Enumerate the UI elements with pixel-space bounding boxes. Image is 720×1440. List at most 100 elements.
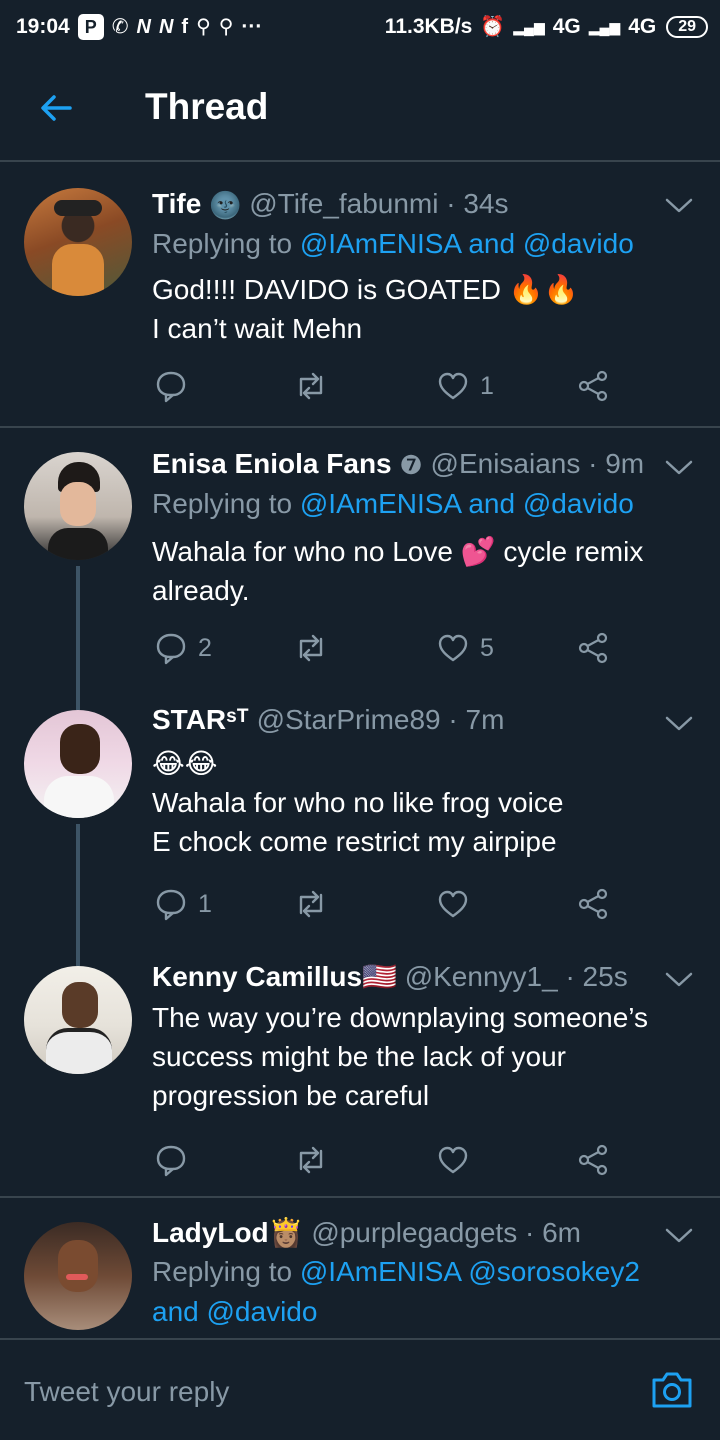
handle-time: @StarPrime89 · 7m [256, 704, 505, 735]
tweet-item[interactable]: Enisa Eniola Fans ❼ @Enisaians · 9m Repl… [0, 430, 720, 688]
share-button[interactable] [576, 366, 610, 406]
battery-icon: 29 [666, 16, 708, 38]
replying-mentions[interactable]: @IAmENISA @sorosokey2 [300, 1256, 640, 1287]
reply-button[interactable] [154, 1140, 198, 1180]
retweet-button[interactable] [294, 366, 338, 406]
camera-icon[interactable] [650, 1370, 694, 1410]
avatar[interactable] [24, 188, 132, 296]
like-icon [438, 1146, 468, 1174]
tweet-text: The way you’re downplaying someone’s suc… [152, 998, 692, 1115]
more-notifications-icon: ··· [241, 15, 263, 38]
replying-mentions-2[interactable]: and @davido [152, 1296, 317, 1327]
thread-line [76, 944, 80, 966]
name-emoji: ❼ [399, 450, 423, 481]
like-count: 5 [480, 633, 494, 662]
app-notification-icon: P [77, 14, 104, 40]
share-button[interactable] [576, 1140, 610, 1180]
replying-to: Replying to @IAmENISA @sorosokey2 [152, 1256, 640, 1288]
status-bar: 19:04 P ✆ N N f ⚲ ⚲ ··· 11.3KB/s ⏰ ▂▄▆ 4… [0, 0, 720, 54]
tweet-item[interactable]: Kenny Camillus🇺🇸 @Kennyy1_ · 25s The way… [0, 944, 720, 1198]
replying-mentions[interactable]: @IAmENISA and @davido [300, 488, 634, 519]
net-speed: 11.3KB/s [384, 15, 473, 38]
display-name[interactable]: STARˢᵀ [152, 704, 249, 735]
alarm-icon: ⏰ [480, 16, 506, 38]
reply-button[interactable] [154, 366, 198, 406]
handle-time: @Tife_fabunmi · 34s [249, 188, 509, 219]
like-count: 1 [480, 371, 494, 400]
back-arrow-icon[interactable] [36, 88, 76, 128]
display-name[interactable]: Tife [152, 188, 201, 219]
status-time: 19:04 [16, 15, 70, 38]
tweet-item[interactable]: LadyLod👸🏽 @purplegadgets · 6m Replying t… [0, 1200, 720, 1338]
share-icon [578, 632, 608, 664]
tweet-line: success might be the lack of your [152, 1041, 566, 1072]
tweet-item[interactable]: Tife 🌚 @Tife_fabunmi · 34s Replying to @… [0, 164, 720, 428]
retweet-button[interactable] [294, 628, 338, 668]
share-button[interactable] [576, 628, 610, 668]
retweet-icon [299, 1146, 323, 1174]
tweet-header: LadyLod👸🏽 @purplegadgets · 6m [152, 1216, 581, 1249]
reply-icon [156, 889, 186, 921]
chevron-down-icon[interactable] [664, 714, 694, 734]
news-app-icon: N [136, 16, 151, 38]
replying-to: Replying to @IAmENISA and @davido [152, 488, 634, 520]
tweet-actions: 2 5 [152, 628, 632, 668]
reply-input[interactable] [24, 1370, 604, 1414]
thread-feed[interactable]: Tife 🌚 @Tife_fabunmi · 34s Replying to @… [0, 164, 720, 1338]
retweet-icon [299, 634, 323, 662]
chevron-down-icon[interactable] [664, 1226, 694, 1246]
share-button[interactable] [576, 884, 610, 924]
replying-prefix: Replying to [152, 228, 300, 259]
add-user-icon-2: ⚲ [218, 16, 234, 38]
tweet-line: progression be careful [152, 1080, 430, 1111]
tweet-line: already. [152, 575, 250, 606]
tweet-line: The way you’re downplaying someone’s [152, 1002, 648, 1033]
reply-icon [156, 371, 186, 403]
tweet-actions: 1 [152, 366, 632, 406]
replying-mentions[interactable]: @IAmENISA and @davido [300, 228, 634, 259]
avatar[interactable] [24, 710, 132, 818]
tweet-header: Tife 🌚 @Tife_fabunmi · 34s [152, 188, 509, 221]
retweet-button[interactable] [294, 884, 338, 924]
avatar[interactable] [24, 966, 132, 1074]
like-button[interactable]: 1 [436, 366, 494, 406]
tweet-line: God!!!! DAVIDO is GOATED 🔥🔥 [152, 274, 579, 305]
like-button[interactable] [436, 884, 480, 924]
share-icon [578, 888, 608, 920]
chevron-down-icon[interactable] [664, 970, 694, 990]
like-icon [438, 634, 468, 662]
app-header: Thread [0, 54, 720, 162]
thread-line [76, 566, 80, 688]
tweet-header: Kenny Camillus🇺🇸 @Kennyy1_ · 25s [152, 960, 628, 993]
like-icon [438, 890, 468, 918]
avatar[interactable] [24, 452, 132, 560]
retweet-button[interactable] [294, 1140, 338, 1180]
facebook-icon: f [181, 16, 189, 38]
reply-button[interactable]: 1 [154, 884, 212, 924]
avatar[interactable] [24, 1222, 132, 1330]
like-icon [438, 372, 468, 400]
tweet-header: Enisa Eniola Fans ❼ @Enisaians · 9m [152, 448, 644, 481]
reply-icon [156, 1145, 186, 1177]
display-name[interactable]: Enisa Eniola Fans [152, 448, 392, 479]
share-icon [578, 1144, 608, 1176]
network-label-1: 4G [552, 15, 581, 38]
like-button[interactable]: 5 [436, 628, 494, 668]
display-name[interactable]: LadyLod👸🏽 [152, 1217, 304, 1248]
tweet-text: God!!!! DAVIDO is GOATED 🔥🔥 I can’t wait… [152, 270, 692, 348]
chevron-down-icon[interactable] [664, 196, 694, 216]
replying-prefix: Replying to [152, 1256, 300, 1287]
reply-count: 2 [198, 633, 212, 662]
tweet-item[interactable]: STARˢᵀ @StarPrime89 · 7m 😂😂 Wahala for w… [0, 688, 720, 944]
share-icon [578, 370, 608, 402]
display-name[interactable]: Kenny Camillus🇺🇸 [152, 961, 397, 992]
like-button[interactable] [436, 1140, 480, 1180]
whatsapp-icon: ✆ [111, 16, 129, 38]
network-label-2: 4G [628, 15, 657, 38]
page-title: Thread [145, 86, 269, 127]
retweet-icon [299, 372, 323, 400]
thread-line [76, 688, 80, 710]
reply-button[interactable]: 2 [154, 628, 212, 668]
chevron-down-icon[interactable] [664, 458, 694, 478]
tweet-line: Wahala for who no like frog voice [152, 787, 564, 818]
